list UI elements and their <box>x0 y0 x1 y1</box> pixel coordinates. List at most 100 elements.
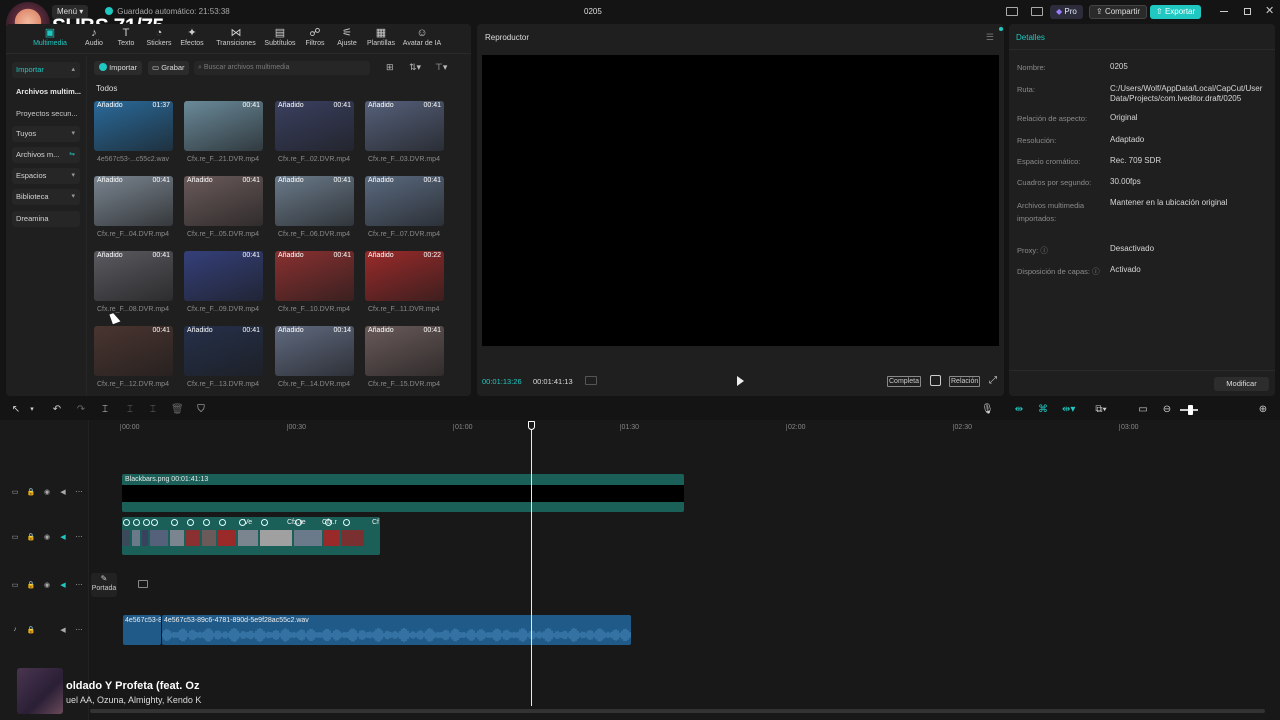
magnet-link-icon[interactable]: ⇹ <box>1013 404 1025 416</box>
split-left-icon[interactable]: ⌶ <box>124 404 136 416</box>
minimize-icon[interactable] <box>1220 11 1228 12</box>
search-input[interactable]: ⌕ Buscar archivos multimedia <box>194 61 370 75</box>
media-thumbnail[interactable]: 00:41 <box>184 251 263 301</box>
shield-icon[interactable]: ⛉ <box>195 404 207 416</box>
lock-icon[interactable]: 🔒 <box>26 488 36 496</box>
lock-icon[interactable]: 🔒 <box>26 533 36 541</box>
zoom-in-icon[interactable]: ⊕ <box>1257 404 1269 416</box>
more-icon[interactable]: ⋯ <box>74 488 84 496</box>
media-thumbnail[interactable]: Añadido 00:41 <box>365 326 444 376</box>
timecode-icon[interactable] <box>585 376 597 385</box>
media-thumbnail[interactable]: Añadido 00:41 <box>184 176 263 226</box>
video-preview[interactable] <box>482 55 999 346</box>
tab-templates[interactable]: ▦ Plantillas <box>361 27 401 47</box>
speaker-icon[interactable]: ◀ <box>58 488 68 496</box>
more-icon[interactable]: ⋯ <box>74 626 84 634</box>
preview-axis-icon[interactable]: ⧉▾ <box>1095 404 1107 416</box>
split-right-icon[interactable]: ⌶ <box>147 404 159 416</box>
media-thumbnail[interactable]: Añadido 01:37 <box>94 101 173 151</box>
media-thumbnail[interactable]: Añadido 00:41 <box>365 101 444 151</box>
speaker-off-icon[interactable]: ◀ <box>58 533 68 541</box>
clip-segment[interactable] <box>170 530 185 546</box>
eye-icon[interactable]: ◉ <box>42 488 52 496</box>
eye-icon[interactable]: ◉ <box>42 533 52 541</box>
zoom-out-icon[interactable]: ⊖ <box>1161 404 1173 416</box>
media-thumbnail[interactable]: Añadido 00:41 <box>94 251 173 301</box>
split-icon[interactable]: ⌶ <box>99 404 111 416</box>
speaker-off-icon[interactable]: ◀ <box>58 581 68 589</box>
main-video-clips[interactable]: Ve Cfx.re Cfx.r Cf <box>122 517 380 555</box>
clip-segment[interactable] <box>218 530 237 546</box>
clip-segment[interactable] <box>150 530 169 546</box>
media-thumbnail[interactable]: Añadido 00:41 <box>275 251 354 301</box>
clip-segment[interactable] <box>122 530 131 546</box>
cover-button[interactable]: ✎ Portada <box>91 573 117 597</box>
more-icon[interactable]: ⋯ <box>74 533 84 541</box>
linkage-icon[interactable]: ⇹▾ <box>1062 404 1075 416</box>
select-tool-icon[interactable]: ↖ <box>10 404 22 416</box>
undo-icon[interactable]: ↶ <box>51 404 63 416</box>
tab-transitions[interactable]: ⋈ Transiciones <box>213 27 259 47</box>
audio-clip-short[interactable]: 4e567c53-8 <box>123 615 161 645</box>
sidebar-item-dreamina[interactable]: Dreamina <box>12 211 80 227</box>
more-icon[interactable]: ⋯ <box>74 581 84 589</box>
track-lock-icon[interactable]: ▭ <box>10 488 20 496</box>
media-thumbnail[interactable]: Añadido 00:41 <box>94 176 173 226</box>
lock-icon[interactable]: 🔒 <box>26 581 36 589</box>
redo-icon[interactable]: ↷ <box>75 404 87 416</box>
player-menu-icon[interactable]: ☰ <box>986 32 994 43</box>
caption-icon[interactable]: ▭ <box>1137 404 1149 416</box>
clip-segment[interactable] <box>294 530 323 546</box>
speaker-icon[interactable]: ◀ <box>58 626 68 634</box>
sidebar-item-import[interactable]: Importar ▴ <box>12 62 80 78</box>
ratio-button[interactable]: Relación <box>949 376 981 387</box>
clip-segment[interactable] <box>324 530 341 546</box>
screenshot-icon[interactable] <box>930 375 941 386</box>
sidebar-item-spaces[interactable]: Espacios ▾ <box>12 168 80 184</box>
audio-track-icon[interactable]: ♪ <box>10 626 20 633</box>
share-button[interactable]: ⇪ Compartir <box>1089 5 1148 19</box>
lock-icon[interactable]: 🔒 <box>26 626 36 634</box>
playhead[interactable] <box>531 426 532 706</box>
media-thumbnail[interactable]: Añadido 00:41 <box>275 101 354 151</box>
record-button[interactable]: ▭ Grabar <box>148 61 189 75</box>
media-thumbnail[interactable]: 00:41 <box>184 101 263 151</box>
close-icon[interactable]: ✕ <box>1265 4 1274 17</box>
clip-segment[interactable] <box>186 530 201 546</box>
sidebar-item-yours[interactable]: Tuyos ▾ <box>12 126 80 142</box>
sidebar-item-media-files[interactable]: Archivos multim... <box>16 87 81 96</box>
sidebar-item-secondary-projects[interactable]: Proyectos secun... <box>16 109 78 118</box>
media-thumbnail[interactable]: Añadido 00:41 <box>184 326 263 376</box>
audio-clip[interactable]: 4e567c53-89c6-4781-890d-5e9f28ac55c2.wav <box>162 615 631 645</box>
export-button[interactable]: ⇧ Exportar <box>1150 5 1202 19</box>
filter-icon[interactable]: ⊤▾ <box>435 62 447 73</box>
tab-multimedia[interactable]: ▣ Multimedia <box>30 27 70 47</box>
full-quality-button[interactable]: Completa <box>887 376 921 387</box>
shortcut-icon[interactable] <box>1031 7 1043 16</box>
import-button[interactable]: Importar <box>94 61 143 75</box>
overlay-clip[interactable]: Blackbars.png 00:01:41:13 <box>122 474 684 512</box>
timeline-scrollbar[interactable] <box>90 709 1265 713</box>
clip-segment[interactable] <box>202 530 217 546</box>
clip-segment[interactable] <box>142 530 149 546</box>
play-button[interactable] <box>737 376 744 386</box>
tab-effects[interactable]: ✦ Efectos <box>172 27 212 47</box>
eye-icon[interactable]: ◉ <box>42 581 52 589</box>
track-lock-icon[interactable]: ▭ <box>10 581 20 589</box>
media-thumbnail[interactable]: Añadido 00:41 <box>275 176 354 226</box>
auto-snap-icon[interactable]: ⌘ <box>1037 404 1049 416</box>
media-thumbnail[interactable]: 00:41 <box>94 326 173 376</box>
media-thumbnail[interactable]: Añadido 00:41 <box>365 176 444 226</box>
modify-button[interactable]: Modificar <box>1214 377 1269 391</box>
clip-segment[interactable] <box>342 530 365 546</box>
tab-ai-avatar[interactable]: ☺ Avatar de IA <box>398 27 446 47</box>
film-icon[interactable] <box>138 580 148 588</box>
layout-icon[interactable] <box>1006 7 1018 16</box>
microphone-icon[interactable]: 🎙 <box>981 404 994 416</box>
grid-view-icon[interactable]: ⊞ <box>386 62 394 73</box>
maximize-icon[interactable] <box>1244 8 1251 15</box>
track-lock-icon[interactable]: ▭ <box>10 533 20 541</box>
media-thumbnail[interactable]: Añadido 00:22 <box>365 251 444 301</box>
clip-segment[interactable] <box>238 530 259 546</box>
sidebar-item-media-archive[interactable]: Archivos m... ⇋ <box>12 147 80 163</box>
